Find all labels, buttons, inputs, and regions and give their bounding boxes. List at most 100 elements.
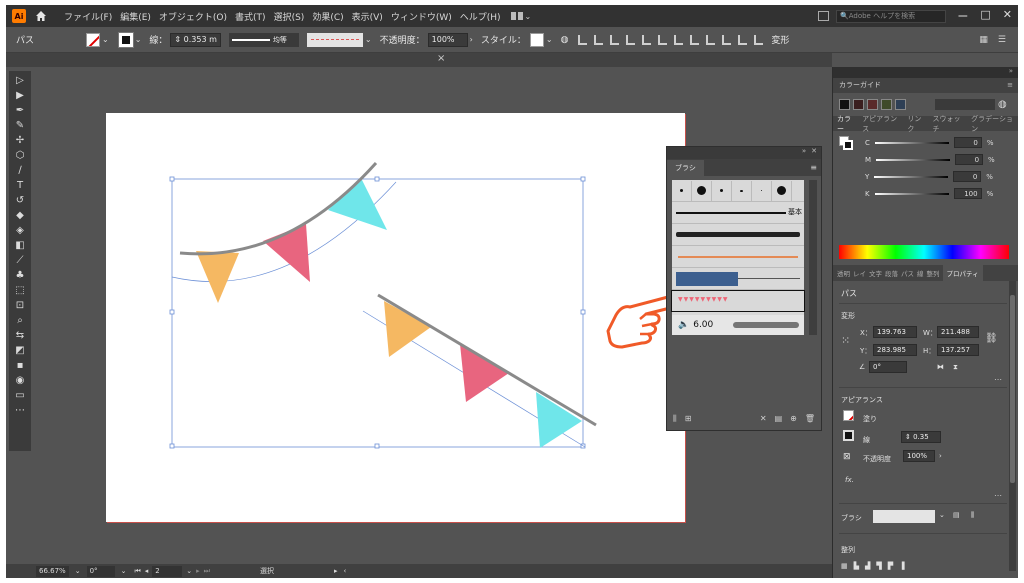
cyan-value[interactable]: 0 <box>953 137 982 148</box>
variable-width-profile[interactable]: 均等 <box>228 32 299 47</box>
harmony-swatch[interactable] <box>853 99 864 110</box>
distribute-center-icon[interactable] <box>738 34 748 45</box>
zoom-field[interactable]: 66.67% <box>36 565 69 577</box>
chevron-right-icon[interactable]: › <box>470 35 473 44</box>
menu-edit[interactable]: 編集(E) <box>120 10 151 23</box>
options-icon[interactable]: ▤ <box>775 414 783 424</box>
chevron-down-icon[interactable]: ⌄ <box>939 511 945 519</box>
edit-colors-icon[interactable]: ◍ <box>998 99 1007 110</box>
brush-libraries-icon[interactable]: ⫼ <box>971 511 974 520</box>
upper-flag-orange[interactable] <box>196 251 239 303</box>
brush-swatch[interactable] <box>732 180 752 201</box>
tab-stroke[interactable]: 線 <box>917 268 924 278</box>
zoom-tool-icon[interactable]: ⌕ <box>14 315 26 326</box>
harmony-swatch[interactable] <box>867 99 878 110</box>
bristle-brush-row[interactable]: 🔈 6.00 <box>672 315 804 335</box>
menu-help[interactable]: ヘルプ(H) <box>460 10 501 23</box>
maximize-button[interactable]: □ <box>980 8 990 24</box>
status-menu-icon[interactable]: ▸ <box>334 567 338 575</box>
align-top-icon[interactable] <box>626 34 636 45</box>
tab-layers[interactable]: レイ <box>853 268 866 278</box>
screen-mode-icon[interactable]: ▭ <box>14 390 26 401</box>
chevron-down-icon[interactable]: ⌄ <box>365 35 372 44</box>
distribute-middle-icon[interactable] <box>690 34 700 45</box>
arrange-documents-icon[interactable] <box>818 11 829 21</box>
tab-transparency[interactable]: 透明 <box>837 268 850 278</box>
panel-menu-icon[interactable]: ≡ <box>1007 78 1013 93</box>
lower-flag-pink[interactable] <box>460 344 509 402</box>
lower-flag-cyan[interactable] <box>536 392 582 448</box>
fill-label[interactable]: 塗り <box>863 414 877 424</box>
artwork[interactable] <box>106 113 685 522</box>
tab-pathfinder[interactable]: パス <box>901 268 914 278</box>
close-button[interactable]: ✕ <box>1003 8 1012 24</box>
brush-options-icon[interactable]: ▤ <box>953 511 960 519</box>
chevron-down-icon[interactable]: ⌄ <box>546 35 553 44</box>
tab-character[interactable]: 文字 <box>869 268 882 278</box>
constrain-proportions-icon[interactable]: ⛓ <box>985 333 998 344</box>
cyan-slider[interactable]: C 0% <box>865 137 994 148</box>
stroke-label[interactable]: 線 <box>863 435 870 445</box>
more-tools-icon[interactable]: ⋯ <box>14 405 26 416</box>
chevron-down-icon[interactable]: ⌄ <box>102 35 109 44</box>
chevron-right-icon[interactable]: › <box>939 452 942 460</box>
brush-pattern[interactable] <box>672 268 804 290</box>
color-mode-icon[interactable]: ▪ <box>14 360 26 371</box>
tab-align[interactable]: 整列 <box>927 268 940 278</box>
magenta-value[interactable]: 0 <box>955 154 984 165</box>
flip-horizontal-icon[interactable]: ⧓ <box>937 363 944 371</box>
rotate-tool-icon[interactable]: ↺ <box>14 195 26 206</box>
selection-tool-icon[interactable]: ▷ <box>14 75 26 86</box>
status-mode[interactable]: 選択 <box>260 566 274 576</box>
more-options-icon[interactable]: ⋯ <box>994 491 1002 500</box>
y-field[interactable]: 283.985 <box>873 344 917 356</box>
transform-link[interactable]: 変形 <box>771 33 789 46</box>
yellow-value[interactable]: 0 <box>953 171 982 182</box>
remove-stroke-icon[interactable]: ✕ <box>760 414 767 424</box>
swap-colors-icon[interactable]: ⇆ <box>14 330 26 341</box>
harmony-swatch[interactable] <box>881 99 892 110</box>
eyedropper-tool-icon[interactable]: ⟋ <box>14 255 26 266</box>
chevron-down-icon[interactable]: ⌄ <box>135 35 142 44</box>
fill-stroke-indicator[interactable] <box>839 136 853 150</box>
effects-icon[interactable]: fx. <box>845 476 854 484</box>
stroke-swatch[interactable] <box>843 430 854 441</box>
panel-menu-icon[interactable]: ≡ <box>810 163 817 172</box>
last-artboard-icon[interactable]: ⏭ <box>204 567 210 576</box>
brush-swatch[interactable] <box>692 180 712 201</box>
brush-definition-dropdown[interactable] <box>306 32 363 47</box>
distribute-top-icon[interactable] <box>674 34 684 45</box>
brush-swatch[interactable] <box>672 180 692 201</box>
collapse-icon[interactable]: » <box>1009 67 1013 78</box>
close-icon[interactable]: ✕ <box>811 147 817 159</box>
chevron-down-icon[interactable]: ⌄ <box>121 567 127 575</box>
paintbrush-tool-icon[interactable]: ∕ <box>14 165 26 176</box>
menu-file[interactable]: ファイル(F) <box>64 10 112 23</box>
magenta-slider[interactable]: M 0% <box>865 154 995 165</box>
brush-libraries-icon[interactable]: ⫼ <box>673 414 677 424</box>
menu-select[interactable]: 選択(S) <box>274 10 305 23</box>
stroke-weight-field[interactable]: ⇕ 0.353 m <box>170 32 221 47</box>
black-value[interactable]: 100 <box>953 188 982 199</box>
drawing-mode-icon[interactable]: ◉ <box>14 375 26 386</box>
chevron-down-icon[interactable]: ⌄ <box>186 567 192 575</box>
shape-builder-tool-icon[interactable]: ◈ <box>14 225 26 236</box>
align-buttons-row[interactable]: ▦▙▟▜▛▐ <box>841 562 911 570</box>
delete-brush-icon[interactable]: 🗑 <box>805 414 815 424</box>
brush-dropdown[interactable] <box>873 510 935 523</box>
scroll-left-icon[interactable]: ‹ <box>344 567 347 575</box>
gradient-tool-icon[interactable]: ◧ <box>14 240 26 251</box>
direct-selection-tool-icon[interactable]: ▶ <box>14 90 26 101</box>
previous-artboard-icon[interactable]: ◂ <box>145 567 149 575</box>
brush-bunting-selected[interactable]: ▼▼▼▼▼▼▼▼▼ <box>671 290 805 312</box>
brush-charcoal[interactable] <box>672 224 804 246</box>
menu-type[interactable]: 書式(T) <box>235 10 266 23</box>
recolor-icon[interactable]: ◍ <box>561 35 569 45</box>
harmony-swatch[interactable] <box>895 99 906 110</box>
menu-object[interactable]: オブジェクト(O) <box>159 10 227 23</box>
fill-swatch[interactable] <box>86 32 100 47</box>
upper-flag-cyan[interactable] <box>328 178 387 230</box>
chevron-down-icon[interactable]: ⌄ <box>75 567 81 575</box>
rotation-field[interactable]: 0° <box>86 565 115 577</box>
x-field[interactable]: 139.763 <box>873 326 917 338</box>
